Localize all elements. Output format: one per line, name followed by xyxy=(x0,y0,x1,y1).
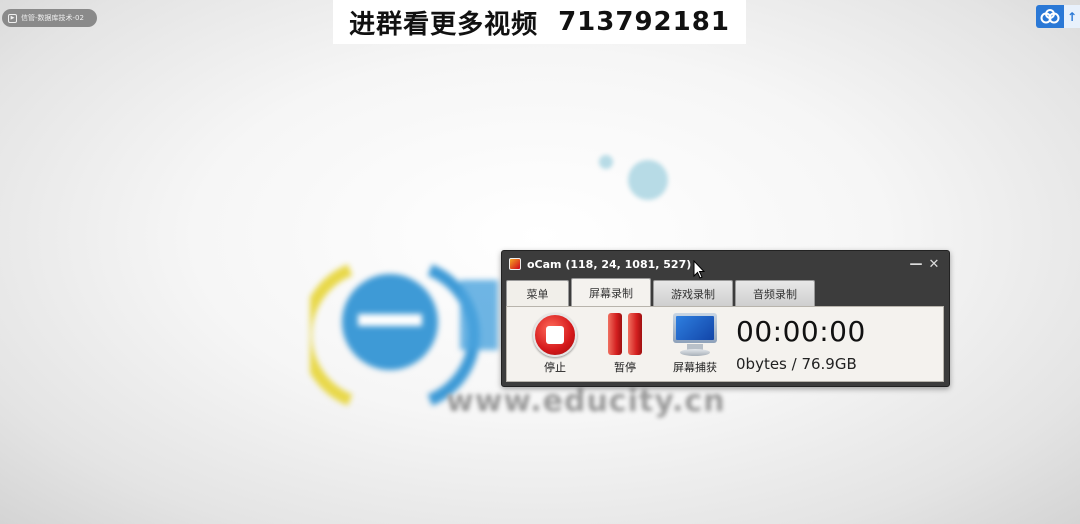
ocam-titlebar[interactable]: oCam (118, 24, 1081, 527) — ✕ xyxy=(502,251,949,277)
ocam-window[interactable]: oCam (118, 24, 1081, 527) — ✕ 菜单 屏幕录制 游戏… xyxy=(501,250,950,387)
decorative-bubble xyxy=(628,160,668,200)
monitor-icon xyxy=(671,313,719,357)
video-title-tag[interactable]: ▶ 信管-数据库技术-02 xyxy=(2,9,97,27)
screen-capture-label: 屏幕捕获 xyxy=(673,361,717,374)
file-size-info: 0bytes / 76.9GB xyxy=(736,355,857,373)
play-icon: ▶ xyxy=(8,13,17,23)
ocam-tabs: 菜单 屏幕录制 游戏录制 音频录制 xyxy=(506,278,945,306)
stop-button[interactable]: 停止 xyxy=(527,313,583,375)
stop-label: 停止 xyxy=(544,361,566,374)
tab-audio-record[interactable]: 音频录制 xyxy=(735,280,815,306)
window-title: oCam (118, 24, 1081, 527) xyxy=(527,257,692,271)
promo-banner: 进群看更多视频 713792181 xyxy=(333,0,746,44)
tab-menu[interactable]: 菜单 xyxy=(506,280,569,306)
tab-screen-record[interactable]: 屏幕录制 xyxy=(571,278,651,306)
banner-text: 进群看更多视频 xyxy=(349,9,539,40)
upload-arrow-icon[interactable]: ↑ xyxy=(1064,5,1080,28)
minimize-button[interactable]: — xyxy=(907,255,925,273)
pause-icon xyxy=(603,313,647,357)
background-url-text: www.educity.cn xyxy=(446,384,726,419)
screen-capture-button[interactable]: 屏幕捕获 xyxy=(667,313,723,375)
video-title-text: 信管-数据库技术-02 xyxy=(21,14,84,22)
cloud-icon[interactable] xyxy=(1036,5,1064,28)
recording-timer: 00:00:00 xyxy=(736,315,866,348)
mouse-cursor-icon xyxy=(693,260,705,279)
stop-icon xyxy=(533,313,577,357)
tab-game-record[interactable]: 游戏录制 xyxy=(653,280,733,306)
banner-number: 713792181 xyxy=(558,7,730,37)
pause-label: 暂停 xyxy=(614,361,636,374)
decorative-bubble xyxy=(599,155,613,169)
close-button[interactable]: ✕ xyxy=(925,255,943,273)
screen-record-panel: 停止 暂停 屏幕捕获 00:00:00 0bytes / 76.9GB xyxy=(506,306,944,382)
cloud-sync-widget[interactable]: ↑ xyxy=(1036,5,1080,28)
ocam-app-icon xyxy=(509,258,521,270)
pause-button[interactable]: 暂停 xyxy=(597,313,653,375)
